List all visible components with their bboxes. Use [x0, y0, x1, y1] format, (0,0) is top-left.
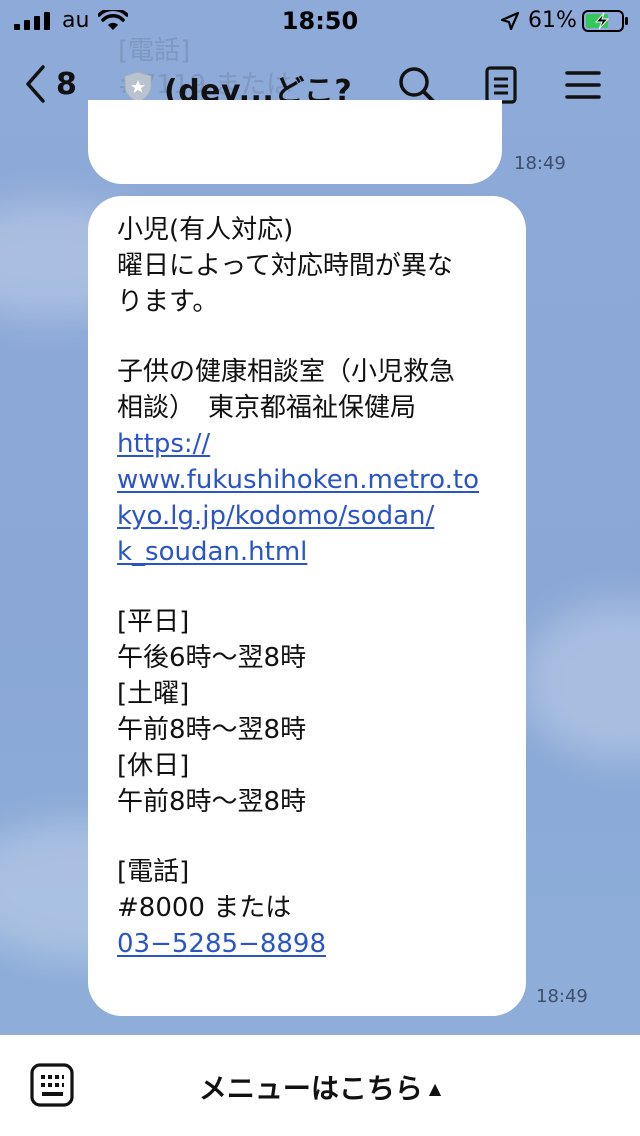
location-icon — [500, 11, 520, 31]
hamburger-menu-icon[interactable] — [562, 64, 604, 106]
url-link-line[interactable]: kyo.lg.jp/kodomo/sodan/ — [117, 498, 498, 534]
chat-screen: au 18:50 61% [電話] #7119 または 03-3212-2323… — [0, 0, 640, 1136]
battery-charging-icon — [582, 10, 628, 32]
unread-count: 8 — [56, 66, 77, 102]
phone-number-link[interactable]: 03−5285−8898 — [117, 926, 498, 962]
back-chevron-icon — [26, 65, 45, 103]
menu-toggle-button[interactable]: メニューはこちら ▲ — [0, 1067, 640, 1107]
schedule-line: [平日] — [117, 607, 190, 637]
message-text-line: 子供の健康相談室（小児救急 — [117, 357, 456, 387]
schedule-line: [土曜] — [117, 679, 190, 709]
message-timestamp: 18:49 — [536, 986, 588, 1007]
message-text-line: ります。 — [117, 287, 219, 317]
schedule-line: [休日] — [117, 751, 190, 781]
status-bar: au 18:50 61% — [0, 0, 640, 42]
url-link-line[interactable]: https:// — [117, 426, 498, 462]
message-text-line: 曜日によって対応時間が異な — [117, 251, 453, 281]
menu-arrow-icon: ▲ — [428, 1079, 442, 1098]
schedule-line: 午後6時〜翌8時 — [117, 643, 307, 673]
url-link-line[interactable]: k_soudan.html — [117, 534, 498, 570]
schedule-line: 午前8時〜翌8時 — [117, 715, 307, 745]
shield-icon — [124, 71, 152, 103]
previous-message-bubble[interactable] — [88, 100, 502, 184]
phone-label: [電話] — [117, 857, 190, 887]
schedule-line: 午前8時〜翌8時 — [117, 787, 307, 817]
menu-label-text: メニューはこちら — [198, 1072, 423, 1105]
background-cloud — [520, 600, 640, 760]
battery-percentage: 61% — [528, 8, 577, 33]
message-text-line: 相談） 東京都福祉保健局 — [117, 393, 417, 423]
message-timestamp: 18:49 — [514, 153, 566, 174]
message-text-line: 小児(有人対応) — [117, 215, 294, 245]
url-link-line[interactable]: www.fukushihoken.metro.to — [117, 462, 498, 498]
back-button[interactable]: 8 — [24, 62, 77, 106]
bottom-menu-bar: メニューはこちら ▲ — [0, 1035, 640, 1136]
phone-alt-number: #8000 または — [117, 893, 292, 923]
message-bubble[interactable]: 小児(有人対応) 曜日によって対応時間が異な ります。 子供の健康相談室（小児救… — [88, 196, 526, 1016]
